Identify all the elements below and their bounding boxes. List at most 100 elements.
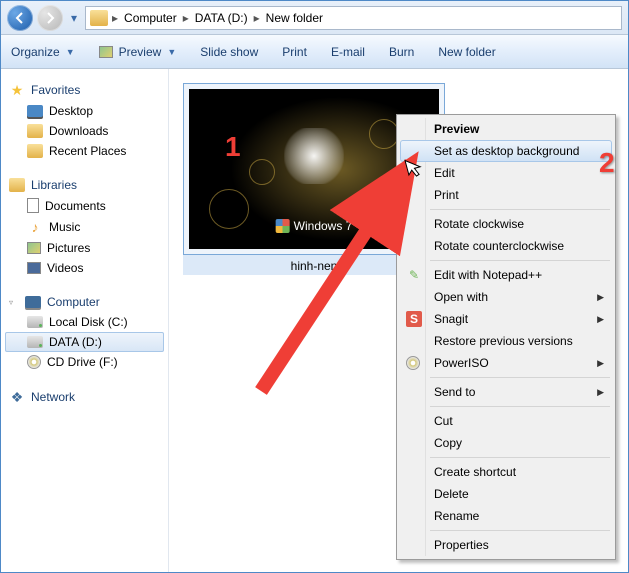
sidebar-item-label: Documents [45, 199, 106, 213]
ctx-poweriso[interactable]: PowerISO ▶ [400, 352, 612, 374]
sidebar-item-label: Recent Places [49, 144, 126, 158]
ctx-open-with[interactable]: Open with▶ [400, 286, 612, 308]
nav-forward-button[interactable] [37, 5, 63, 31]
ctx-print[interactable]: Print [400, 184, 612, 206]
downloads-icon [27, 124, 43, 138]
separator [430, 530, 610, 531]
ctx-label: Create shortcut [434, 465, 516, 479]
notepadpp-icon: ✎ [406, 267, 422, 283]
sidebar-item-label: Downloads [49, 124, 108, 138]
ctx-label: PowerISO [434, 356, 489, 370]
chevron-right-icon[interactable]: ▸ [183, 11, 189, 25]
ctx-copy[interactable]: Copy [400, 432, 612, 454]
slideshow-label: Slide show [200, 45, 258, 59]
separator [430, 406, 610, 407]
libraries-icon [9, 178, 25, 192]
preview-icon [99, 46, 113, 58]
ctx-label: Cut [434, 414, 453, 428]
print-label: Print [282, 45, 307, 59]
newfolder-label: New folder [438, 45, 495, 59]
ctx-edit[interactable]: Edit [400, 162, 612, 184]
separator [430, 209, 610, 210]
ctx-snagit[interactable]: SSnagit▶ [400, 308, 612, 330]
ctx-label: Preview [434, 122, 479, 136]
submenu-arrow-icon: ▶ [597, 387, 604, 398]
star-icon: ★ [9, 82, 25, 98]
organize-label: Organize [11, 45, 60, 59]
ctx-properties[interactable]: Properties [400, 534, 612, 556]
desktop-icon [27, 105, 43, 117]
network-section[interactable]: ❖Network [5, 386, 164, 408]
slideshow-button[interactable]: Slide show [200, 45, 258, 59]
sidebar-item-videos[interactable]: Videos [5, 258, 164, 278]
sidebar-item-label: Pictures [47, 241, 90, 255]
sidebar-item-cd-drive[interactable]: CD Drive (F:) [5, 352, 164, 372]
nav-history-dropdown[interactable]: ▾ [67, 8, 81, 28]
ctx-send-to[interactable]: Send to ▶ [400, 381, 612, 403]
ctx-label: Snagit [434, 312, 468, 326]
ctx-label: Set as desktop background [434, 144, 579, 158]
ctx-rename[interactable]: Rename [400, 505, 612, 527]
ctx-label: Properties [434, 538, 489, 552]
ctx-rotate-ccw[interactable]: Rotate counterclockwise [400, 235, 612, 257]
libraries-section[interactable]: Libraries [5, 175, 164, 195]
ctx-notepadpp[interactable]: ✎Edit with Notepad++ [400, 264, 612, 286]
ctx-rotate-cw[interactable]: Rotate clockwise [400, 213, 612, 235]
sidebar-item-disk-d[interactable]: DATA (D:) [5, 332, 164, 352]
preview-button[interactable]: Preview▼ [99, 45, 177, 59]
drive-icon [27, 336, 43, 348]
separator [430, 457, 610, 458]
snagit-icon: S [406, 311, 422, 327]
breadcrumb-computer[interactable]: Computer [120, 11, 181, 25]
ctx-label: Rename [434, 509, 479, 523]
organize-button[interactable]: Organize▼ [11, 45, 75, 59]
submenu-arrow-icon: ▶ [597, 292, 604, 303]
caret-down-icon: ▼ [167, 47, 176, 57]
ctx-cut[interactable]: Cut [400, 410, 612, 432]
burn-label: Burn [389, 45, 414, 59]
breadcrumb-newfolder[interactable]: New folder [262, 11, 327, 25]
email-button[interactable]: E-mail [331, 45, 365, 59]
ctx-preview[interactable]: Preview [400, 118, 612, 140]
chevron-right-icon[interactable]: ▸ [112, 11, 118, 25]
sidebar-item-disk-c[interactable]: Local Disk (C:) [5, 312, 164, 332]
ctx-create-shortcut[interactable]: Create shortcut [400, 461, 612, 483]
music-icon: ♪ [27, 219, 43, 235]
computer-icon [25, 296, 41, 308]
ctx-set-desktop-background[interactable]: Set as desktop background [400, 140, 612, 162]
sidebar-item-documents[interactable]: Documents [5, 195, 164, 216]
sidebar-item-desktop[interactable]: Desktop [5, 101, 164, 121]
ctx-label: Send to [434, 385, 475, 399]
sidebar-item-downloads[interactable]: Downloads [5, 121, 164, 141]
sidebar-item-label: Music [49, 220, 80, 234]
recent-icon [27, 144, 43, 158]
ctx-label: Delete [434, 487, 469, 501]
chevron-right-icon[interactable]: ▸ [254, 11, 260, 25]
burn-button[interactable]: Burn [389, 45, 414, 59]
submenu-arrow-icon: ▶ [597, 358, 604, 369]
thumbnail-caption: Windows 7 [294, 219, 353, 233]
computer-label: Computer [47, 295, 100, 309]
sidebar-item-pictures[interactable]: Pictures [5, 238, 164, 258]
titlebar: ▾ ▸ Computer ▸ DATA (D:) ▸ New folder [1, 1, 628, 35]
pictures-icon [27, 242, 41, 254]
sidebar-item-recent[interactable]: Recent Places [5, 141, 164, 161]
print-button[interactable]: Print [282, 45, 307, 59]
folder-icon [90, 10, 108, 26]
email-label: E-mail [331, 45, 365, 59]
ctx-label: Restore previous versions [434, 334, 573, 348]
favorites-label: Favorites [31, 83, 80, 97]
ctx-restore-versions[interactable]: Restore previous versions [400, 330, 612, 352]
toolbar: Organize▼ Preview▼ Slide show Print E-ma… [1, 35, 628, 69]
sidebar-item-label: DATA (D:) [49, 335, 102, 349]
computer-section[interactable]: ▿Computer [5, 292, 164, 312]
sidebar-item-label: CD Drive (F:) [47, 355, 118, 369]
address-bar[interactable]: ▸ Computer ▸ DATA (D:) ▸ New folder [85, 6, 622, 30]
favorites-section[interactable]: ★ Favorites [5, 79, 164, 101]
videos-icon [27, 262, 41, 274]
breadcrumb-data[interactable]: DATA (D:) [191, 11, 252, 25]
sidebar-item-music[interactable]: ♪ Music [5, 216, 164, 238]
ctx-delete[interactable]: Delete [400, 483, 612, 505]
nav-back-button[interactable] [7, 5, 33, 31]
newfolder-button[interactable]: New folder [438, 45, 495, 59]
